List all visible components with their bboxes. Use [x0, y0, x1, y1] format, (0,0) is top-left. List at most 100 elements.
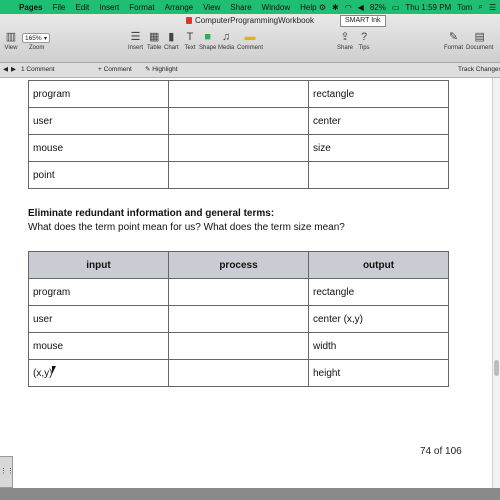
section-heading[interactable]: Eliminate redundant information and gene… [28, 208, 274, 219]
tips-button[interactable]: ? Tips [357, 31, 371, 51]
notification-center-icon[interactable]: ☰ [489, 3, 496, 12]
table-cell[interactable]: rectangle [308, 80, 449, 108]
table-cell[interactable]: user [28, 305, 169, 333]
document-icon [185, 17, 192, 24]
status-area: ⚙ ✱ ◠ ◀ 82% ▭ Thu 1:59 PM Tom ⌕ ☰ [319, 0, 496, 14]
view-button[interactable]: ▥ View [4, 31, 18, 51]
side-panel-grip-icon[interactable]: ⋮⋮ [0, 456, 14, 488]
table-cell[interactable] [168, 359, 309, 387]
comments-bar: ◀ ▶ 1 Comment + Comment ✎ Highlight Trac… [0, 63, 500, 78]
format-button[interactable]: ✎ Format [444, 31, 463, 51]
next-comment-icon[interactable]: ▶ [11, 63, 16, 77]
text-icon: T [186, 31, 194, 43]
table-cell[interactable]: mouse [28, 332, 169, 360]
shape-icon: ■ [204, 31, 211, 43]
table-cell[interactable]: rectangle [308, 278, 449, 306]
battery-percent[interactable]: 82% [370, 3, 386, 12]
table-row: mouse width [28, 332, 449, 360]
table-cell[interactable] [168, 80, 309, 108]
spotlight-icon[interactable]: ⌕ [478, 2, 482, 12]
table-io[interactable]: input process output program rectangle u… [28, 251, 449, 387]
sidebar-icon: ▥ [5, 31, 17, 43]
table-cell[interactable]: width [308, 332, 449, 360]
column-header-input[interactable]: input [28, 251, 169, 279]
menu-file[interactable]: File [48, 3, 71, 12]
table-cell[interactable] [168, 332, 309, 360]
menu-format[interactable]: Format [124, 3, 159, 12]
scrollbar-thumb[interactable] [494, 360, 499, 376]
zoom-select[interactable]: 165% ▾ [22, 33, 50, 43]
table-button[interactable]: ▦ Table [147, 31, 161, 51]
table-cell[interactable]: center [308, 107, 449, 135]
add-comment-button[interactable]: + Comment [98, 63, 132, 77]
chart-icon: ▮ [168, 31, 175, 43]
tips-icon: ? [360, 31, 368, 43]
table-cell[interactable]: (x,y) [28, 359, 169, 387]
menu-view[interactable]: View [198, 3, 225, 12]
table-cell[interactable] [168, 107, 309, 135]
track-changes-button[interactable]: Track Changes [458, 63, 500, 77]
vertical-scrollbar[interactable] [492, 78, 500, 488]
highlight-button[interactable]: ✎ Highlight [145, 63, 178, 77]
table-cell[interactable]: center (x,y) [308, 305, 449, 333]
bluetooth-icon[interactable]: ✱ [332, 3, 339, 12]
media-button[interactable]: ♫ Media [218, 31, 234, 51]
table-row: (x,y) height [28, 359, 449, 387]
menu-app-pages[interactable]: Pages [14, 3, 48, 12]
text-button[interactable]: T Text [183, 31, 197, 51]
wifi-icon[interactable]: ◠ [345, 3, 352, 12]
table-io-partial[interactable]: program rectangle user center mouse size… [28, 80, 449, 189]
menu-bar: Pages File Edit Insert Format Arrange Vi… [0, 0, 500, 14]
menu-insert[interactable]: Insert [94, 3, 124, 12]
table-row: point [28, 161, 449, 189]
comment-button[interactable]: ▬ Comment [237, 31, 263, 51]
share-button[interactable]: ⇪ Share [337, 31, 353, 51]
menu-window[interactable]: Window [257, 3, 295, 12]
menu-share[interactable]: Share [225, 3, 256, 12]
back-to-my-mac-icon[interactable]: ⚙ [319, 3, 326, 12]
prev-comment-icon[interactable]: ◀ [3, 63, 8, 77]
volume-icon[interactable]: ◀ [358, 3, 364, 12]
menu-help[interactable]: Help [295, 3, 321, 12]
table-cell[interactable]: size [308, 134, 449, 162]
table-cell[interactable]: height [308, 359, 449, 387]
table-cell[interactable] [168, 278, 309, 306]
chevron-down-icon: ▾ [43, 36, 47, 42]
share-icon: ⇪ [340, 31, 350, 43]
table-cell[interactable] [168, 305, 309, 333]
comments-count[interactable]: 1 Comment [21, 63, 55, 77]
table-header-row: input process output [28, 251, 449, 279]
table-cell[interactable] [308, 161, 449, 189]
table-cell[interactable]: program [28, 278, 169, 306]
insert-icon: ☰ [130, 31, 141, 43]
table-cell[interactable] [168, 161, 309, 189]
table-cell[interactable]: point [28, 161, 169, 189]
paintbrush-icon: ✎ [448, 31, 459, 43]
table-cell[interactable] [168, 134, 309, 162]
menu-arrange[interactable]: Arrange [160, 3, 198, 12]
comment-icon: ▬ [244, 31, 256, 43]
table-row: program rectangle [28, 278, 449, 306]
page-number: 74 of 106 [420, 446, 462, 457]
column-header-output[interactable]: output [308, 251, 449, 279]
menu-edit[interactable]: Edit [70, 3, 94, 12]
column-header-process[interactable]: process [168, 251, 309, 279]
chart-button[interactable]: ▮ Chart [164, 31, 179, 51]
mouse-pointer-icon [52, 366, 56, 374]
section-question[interactable]: What does the term point mean for us? Wh… [28, 222, 345, 233]
table-row: program rectangle [28, 80, 449, 108]
table-cell[interactable]: program [28, 80, 169, 108]
clock[interactable]: Thu 1:59 PM [405, 3, 451, 12]
media-icon: ♫ [222, 31, 231, 43]
table-row: mouse size [28, 134, 449, 162]
table-cell[interactable]: user [28, 107, 169, 135]
shape-button[interactable]: ■ Shape [199, 31, 216, 51]
insert-button[interactable]: ☰ Insert [128, 31, 143, 51]
table-row: user center [28, 107, 449, 135]
user-name[interactable]: Tom [457, 3, 472, 12]
table-cell[interactable]: mouse [28, 134, 169, 162]
dock-strip [0, 488, 500, 500]
window-toolbar: ComputerProgrammingWorkbook SMART Ink ▥ … [0, 14, 500, 63]
smart-ink-button[interactable]: SMART Ink [340, 15, 386, 27]
document-button[interactable]: ▤ Document [466, 31, 493, 51]
